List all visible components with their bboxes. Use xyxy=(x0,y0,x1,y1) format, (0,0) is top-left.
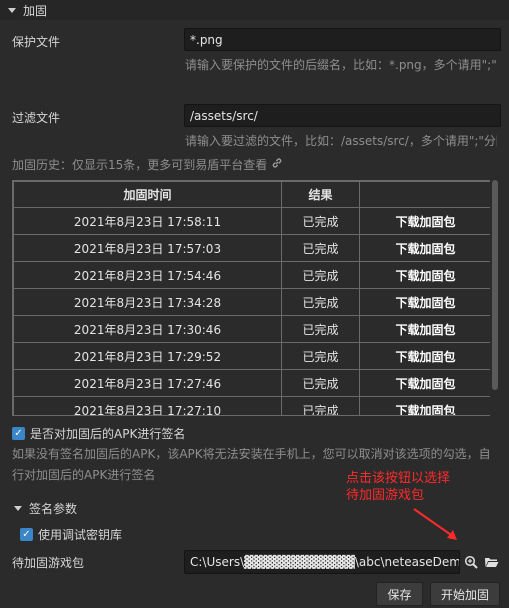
cell-time: 2021年8月23日 17:27:46 xyxy=(13,369,282,397)
cell-time: 2021年8月23日 17:27:10 xyxy=(13,396,282,415)
debug-keystore-checkbox[interactable]: ✓ xyxy=(20,528,33,541)
download-package-button[interactable]: 下载加固包 xyxy=(359,207,490,235)
check-icon: ✓ xyxy=(14,427,23,439)
annotation-arrow xyxy=(413,508,457,540)
sign-description-line1: 如果没有签名加固后的APK，该APK将无法安装在手机上，您可以取消对该选项的勾选… xyxy=(12,447,491,461)
game-package-label: 待加固游戏包 xyxy=(12,556,85,570)
annotation-text: 点击该按钮以选择 待加固游戏包 xyxy=(346,470,450,504)
cell-time: 2021年8月23日 17:29:52 xyxy=(13,342,282,370)
section-title: 加固 xyxy=(23,3,48,18)
cell-result: 已完成 xyxy=(281,369,360,397)
table-row: 2021年8月23日 17:27:10 已完成 下载加固包 xyxy=(13,396,490,415)
protect-files-hint: 请输入要保护的文件的后缀名，比如：*.png，多个请用";"分隔 xyxy=(185,58,497,72)
game-package-value: C:\Users\▓▓▓▓▓▓▓▓▓▓▓▓\abc\neteaseDemoC xyxy=(190,555,460,569)
cell-time: 2021年8月23日 17:57:03 xyxy=(13,234,282,262)
protect-files-input[interactable]: *.png xyxy=(184,28,501,51)
link-icon[interactable] xyxy=(271,157,283,172)
sign-params-title: 签名参数 xyxy=(29,502,78,516)
cell-result: 已完成 xyxy=(281,207,360,235)
table-scrollbar[interactable] xyxy=(492,180,498,416)
download-package-button[interactable]: 下载加固包 xyxy=(359,315,490,343)
sign-apk-option[interactable]: ✓ 是否对加固后的APK进行签名 xyxy=(12,425,185,442)
chevron-down-icon xyxy=(14,506,22,511)
start-reinforce-button[interactable]: 开始加固 xyxy=(430,582,500,606)
save-button[interactable]: 保存 xyxy=(376,582,423,606)
download-package-button[interactable]: 下载加固包 xyxy=(359,234,490,262)
cell-time: 2021年8月23日 17:30:46 xyxy=(13,315,282,343)
table-row: 2021年8月23日 17:57:03 已完成 下载加固包 xyxy=(13,234,490,262)
game-package-input[interactable]: C:\Users\▓▓▓▓▓▓▓▓▓▓▓▓\abc\neteaseDemoC xyxy=(184,550,460,574)
column-header-action xyxy=(359,181,490,208)
table-row: 2021年8月23日 17:54:46 已完成 下载加固包 xyxy=(13,261,490,289)
table-row: 2021年8月23日 17:29:52 已完成 下载加固包 xyxy=(13,342,490,370)
sign-apk-checkbox[interactable]: ✓ xyxy=(12,427,25,440)
cell-result: 已完成 xyxy=(281,396,360,415)
debug-keystore-option[interactable]: ✓ 使用调试密钥库 xyxy=(20,526,122,543)
table-row: 2021年8月23日 17:58:11 已完成 下载加固包 xyxy=(13,207,490,235)
cell-result: 已完成 xyxy=(281,342,360,370)
cell-time: 2021年8月23日 17:34:28 xyxy=(13,288,282,316)
zoom-in-icon[interactable] xyxy=(462,552,480,572)
annotation-line2: 待加固游戏包 xyxy=(346,488,425,503)
section-header-reinforce[interactable]: 加固 xyxy=(0,0,509,20)
cell-result: 已完成 xyxy=(281,261,360,289)
folder-icon[interactable] xyxy=(482,552,500,572)
filter-files-label: 过滤文件 xyxy=(12,111,61,125)
cell-time: 2021年8月23日 17:58:11 xyxy=(13,207,282,235)
sign-params-header[interactable]: 签名参数 xyxy=(14,500,77,517)
table-scroll-thumb[interactable] xyxy=(492,180,498,390)
filter-files-value: /assets/src/ xyxy=(190,108,258,123)
download-package-button[interactable]: 下载加固包 xyxy=(359,261,490,289)
debug-keystore-label: 使用调试密钥库 xyxy=(38,528,123,542)
cell-result: 已完成 xyxy=(281,234,360,262)
sign-apk-label: 是否对加固后的APK进行签名 xyxy=(30,427,186,441)
table-header-row: 加固时间 结果 xyxy=(13,181,490,208)
table-row: 2021年8月23日 17:30:46 已完成 下载加固包 xyxy=(13,315,490,343)
cell-result: 已完成 xyxy=(281,288,360,316)
column-header-time: 加固时间 xyxy=(13,181,282,208)
table-row: 2021年8月23日 17:27:46 已完成 下载加固包 xyxy=(13,369,490,397)
download-package-button[interactable]: 下载加固包 xyxy=(359,369,490,397)
protect-files-value: *.png xyxy=(190,32,223,47)
cell-result: 已完成 xyxy=(281,315,360,343)
download-package-button[interactable]: 下载加固包 xyxy=(359,288,490,316)
cell-time: 2021年8月23日 17:54:46 xyxy=(13,261,282,289)
table-row: 2021年8月23日 17:34:28 已完成 下载加固包 xyxy=(13,288,490,316)
chevron-down-icon xyxy=(8,7,16,13)
history-note-text: 加固历史：仅显示15条，更多可到易盾平台查看 xyxy=(12,158,268,172)
download-package-button[interactable]: 下载加固包 xyxy=(359,342,490,370)
history-table: 加固时间 结果 2021年8月23日 17:58:11 已完成 下载加固包 20… xyxy=(12,180,490,416)
annotation-line1: 点击该按钮以选择 xyxy=(346,471,451,486)
protect-files-label: 保护文件 xyxy=(12,35,61,49)
column-header-result: 结果 xyxy=(281,181,360,208)
download-package-button[interactable]: 下载加固包 xyxy=(359,396,490,415)
history-note: 加固历史：仅显示15条，更多可到易盾平台查看 xyxy=(12,156,283,173)
filter-files-input[interactable]: /assets/src/ xyxy=(184,104,501,127)
filter-files-hint: 请输入要过滤的文件，比如：/assets/src/，多个请用";"分隔 xyxy=(185,134,497,148)
check-icon: ✓ xyxy=(22,528,31,540)
